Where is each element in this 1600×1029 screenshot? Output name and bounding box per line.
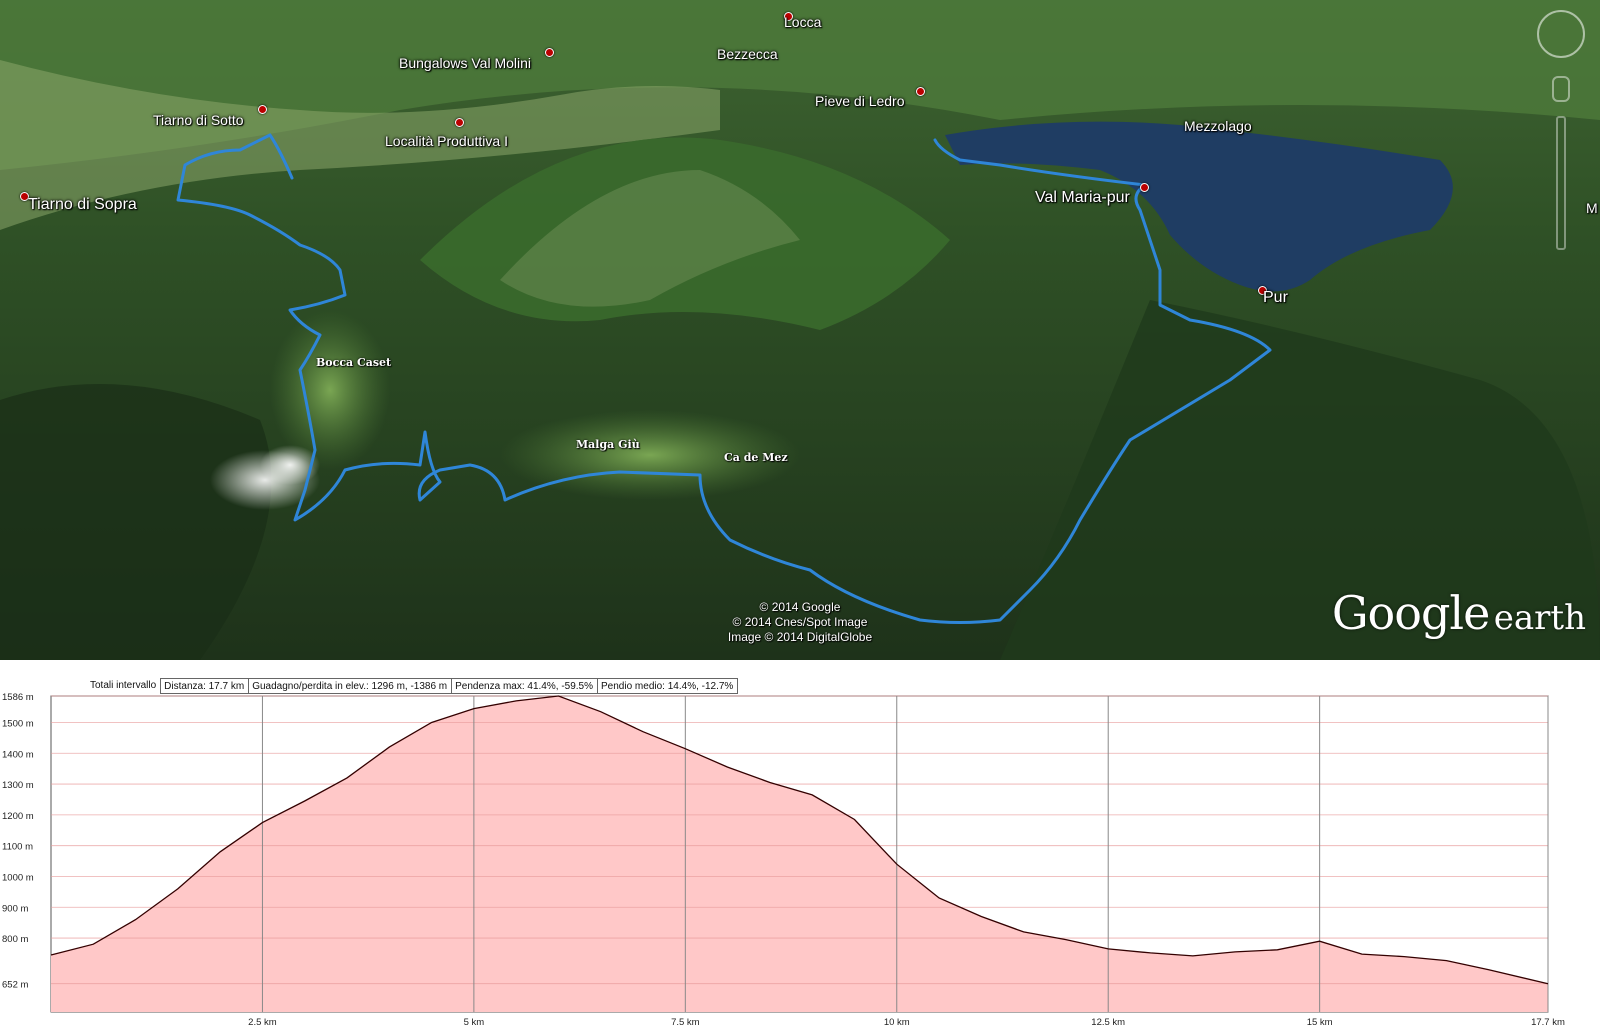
place-label-localita-produttiva[interactable]: Località Produttiva I [385,133,508,149]
elevation-chart[interactable]: 652 m 800 m 900 m 1000 m 1100 m 1200 m 1300 m 1… [0,660,1600,1029]
x-tick-label: 7.5 km [671,1017,700,1028]
navigation-controls [1536,10,1586,270]
stats-label: Totali intervallo [90,680,157,691]
imagery-copyright: © 2014 Google © 2014 Cnes/Spot Image Ima… [700,600,900,645]
place-pin[interactable] [916,87,925,96]
stat-elevation-gain-loss: Guadagno/perdita in elev.: 1296 m, -1386… [249,678,453,694]
street-view-icon[interactable] [1552,76,1570,102]
y-tick-label: 1586 m [2,692,34,703]
x-tick-label: 10 km [884,1017,910,1028]
place-label-bezzecca[interactable]: Bezzecca [717,46,778,62]
waypoint-bocca-caset[interactable]: Bocca Caset [316,356,391,369]
copyright-line: Image © 2014 DigitalGlobe [727,630,873,644]
place-label-tiarno-di-sopra[interactable]: Tiarno di Sopra [28,196,137,214]
place-label-mezzolago[interactable]: Mezzolago [1184,118,1252,134]
place-label-pur[interactable]: Pur [1263,289,1288,307]
y-tick-label: 900 m [2,903,28,914]
place-label-pieve-di-ledro[interactable]: Pieve di Ledro [815,93,905,109]
place-pin[interactable] [455,118,464,127]
zoom-slider[interactable] [1556,116,1566,250]
x-tick-label: 17.7 km [1531,1017,1565,1028]
stats-bar: Totali intervallo Distanza: 17.7 km Guad… [86,678,739,694]
place-pin[interactable] [545,48,554,57]
stat-max-slope: Pendenza max: 41.4%, -59.5% [452,678,599,694]
x-tick-label: 12.5 km [1091,1017,1125,1028]
place-label-bungalows[interactable]: Bungalows Val Molini [399,55,531,71]
x-tick-label: 15 km [1307,1017,1333,1028]
place-label-edge[interactable]: M [1586,200,1598,216]
place-pin[interactable] [1140,183,1149,192]
stat-distance: Distanza: 17.7 km [160,678,250,694]
y-tick-label: 800 m [2,934,28,945]
logo-sub: earth [1493,598,1586,638]
y-tick-label: 1000 m [2,872,34,883]
y-tick-label: 1100 m [2,842,33,853]
elevation-profile: 652 m 800 m 900 m 1000 m 1100 m 1200 m 1300 m 1… [0,660,1600,1029]
logo-main: Google [1331,586,1491,640]
place-label-locca[interactable]: Locca [784,14,821,30]
stat-avg-slope: Pendio medio: 14.4%, -12.7% [598,678,739,694]
copyright-line: © 2014 Google [759,600,841,614]
place-label-tiarno-di-sotto[interactable]: Tiarno di Sotto [153,112,244,128]
compass-icon[interactable] [1537,10,1585,58]
x-tick-label: 2.5 km [248,1017,277,1028]
copyright-line: © 2014 Cnes/Spot Image [732,615,868,629]
y-tick-label: 652 m [2,980,28,991]
place-label-val-maria-pur[interactable]: Val Maria-pur [1035,189,1130,207]
place-pin[interactable] [258,105,267,114]
y-tick-label: 1300 m [2,780,34,791]
y-tick-label: 1200 m [2,811,34,822]
x-tick-label: 5 km [464,1017,485,1028]
waypoint-malga-giu[interactable]: Malga Giù [576,438,640,451]
terrain-imagery [0,0,1600,660]
map-view[interactable]: Locca Bezzecca Bungalows Val Molini Piev… [0,0,1600,660]
y-tick-label: 1400 m [2,749,34,760]
y-tick-label: 1500 m [2,718,34,729]
waypoint-ca-de-mez[interactable]: Ca de Mez [724,451,788,464]
google-earth-logo: Google earth [1332,586,1586,640]
